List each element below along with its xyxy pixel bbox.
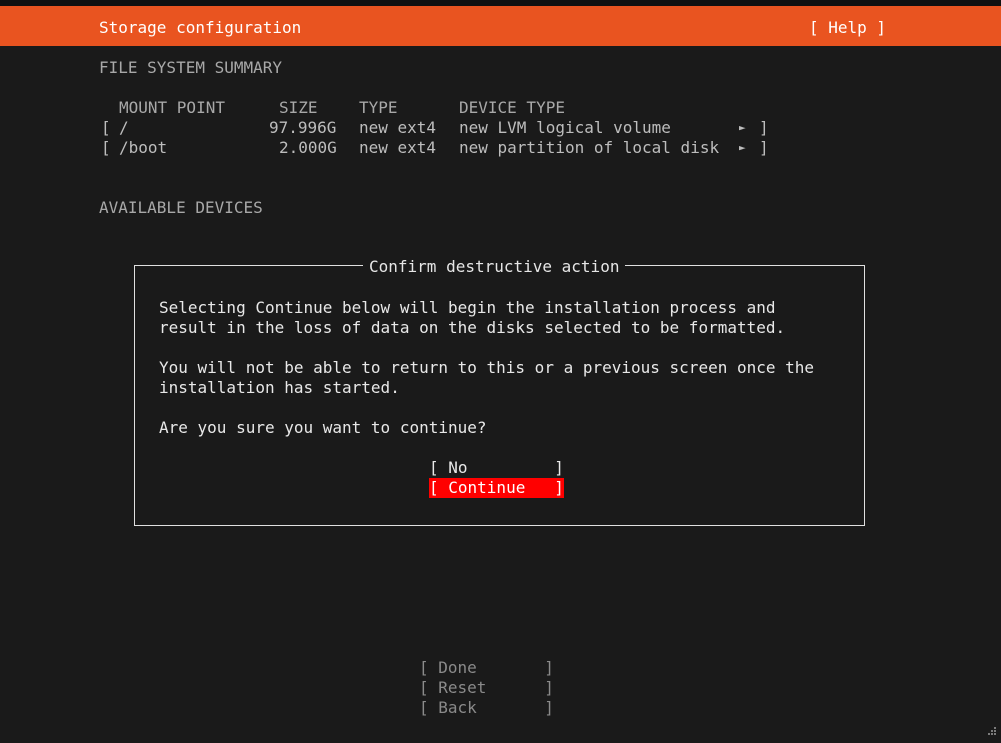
dialog-paragraph-line: installation has started. <box>159 378 400 397</box>
column-header-size: SIZE <box>279 98 318 117</box>
dialog-paragraph-line: result in the loss of data on the disks … <box>159 318 786 337</box>
row-device-type: new LVM logical volume <box>459 118 671 137</box>
page-title: Storage configuration <box>99 18 302 37</box>
row-size: 97.996G <box>269 118 337 137</box>
available-devices-heading: AVAILABLE DEVICES <box>99 198 263 217</box>
row-mount-point: /boot <box>119 138 168 157</box>
dialog-question: Are you sure you want to continue? <box>159 418 487 437</box>
row-close-bracket: ] <box>759 118 769 137</box>
header-bar: Storage configuration [ Help ] <box>0 6 1001 46</box>
resize-grip-icon[interactable] <box>985 726 997 741</box>
row-open-bracket: [ <box>101 138 111 157</box>
reset-button[interactable]: [ Reset ] <box>419 678 554 698</box>
arrow-right-icon[interactable]: ► <box>739 138 746 158</box>
row-type: new ext4 <box>359 118 437 137</box>
done-button[interactable]: [ Done ] <box>419 658 554 678</box>
row-close-bracket: ] <box>759 138 769 157</box>
dialog-paragraph-line: Selecting Continue below will begin the … <box>159 298 776 317</box>
row-size: 2.000G <box>279 138 337 157</box>
dialog-paragraph-line: You will not be able to return to this o… <box>159 358 815 377</box>
continue-button[interactable]: [ Continue ] <box>429 478 564 498</box>
row-type: new ext4 <box>359 138 437 157</box>
row-mount-point: / <box>119 118 129 137</box>
row-device-type: new partition of local disk <box>459 138 720 157</box>
dialog-title: Confirm destructive action <box>363 257 626 277</box>
arrow-right-icon[interactable]: ► <box>739 118 746 138</box>
column-header-mount-point: MOUNT POINT <box>119 98 225 117</box>
column-header-device-type: DEVICE TYPE <box>459 98 565 117</box>
help-button[interactable]: [ Help ] <box>809 18 886 38</box>
row-open-bracket: [ <box>101 118 111 137</box>
no-button[interactable]: [ No ] <box>429 458 564 478</box>
column-header-type: TYPE <box>359 98 398 117</box>
back-button[interactable]: [ Back ] <box>419 698 554 718</box>
file-system-summary-heading: FILE SYSTEM SUMMARY <box>99 58 283 77</box>
